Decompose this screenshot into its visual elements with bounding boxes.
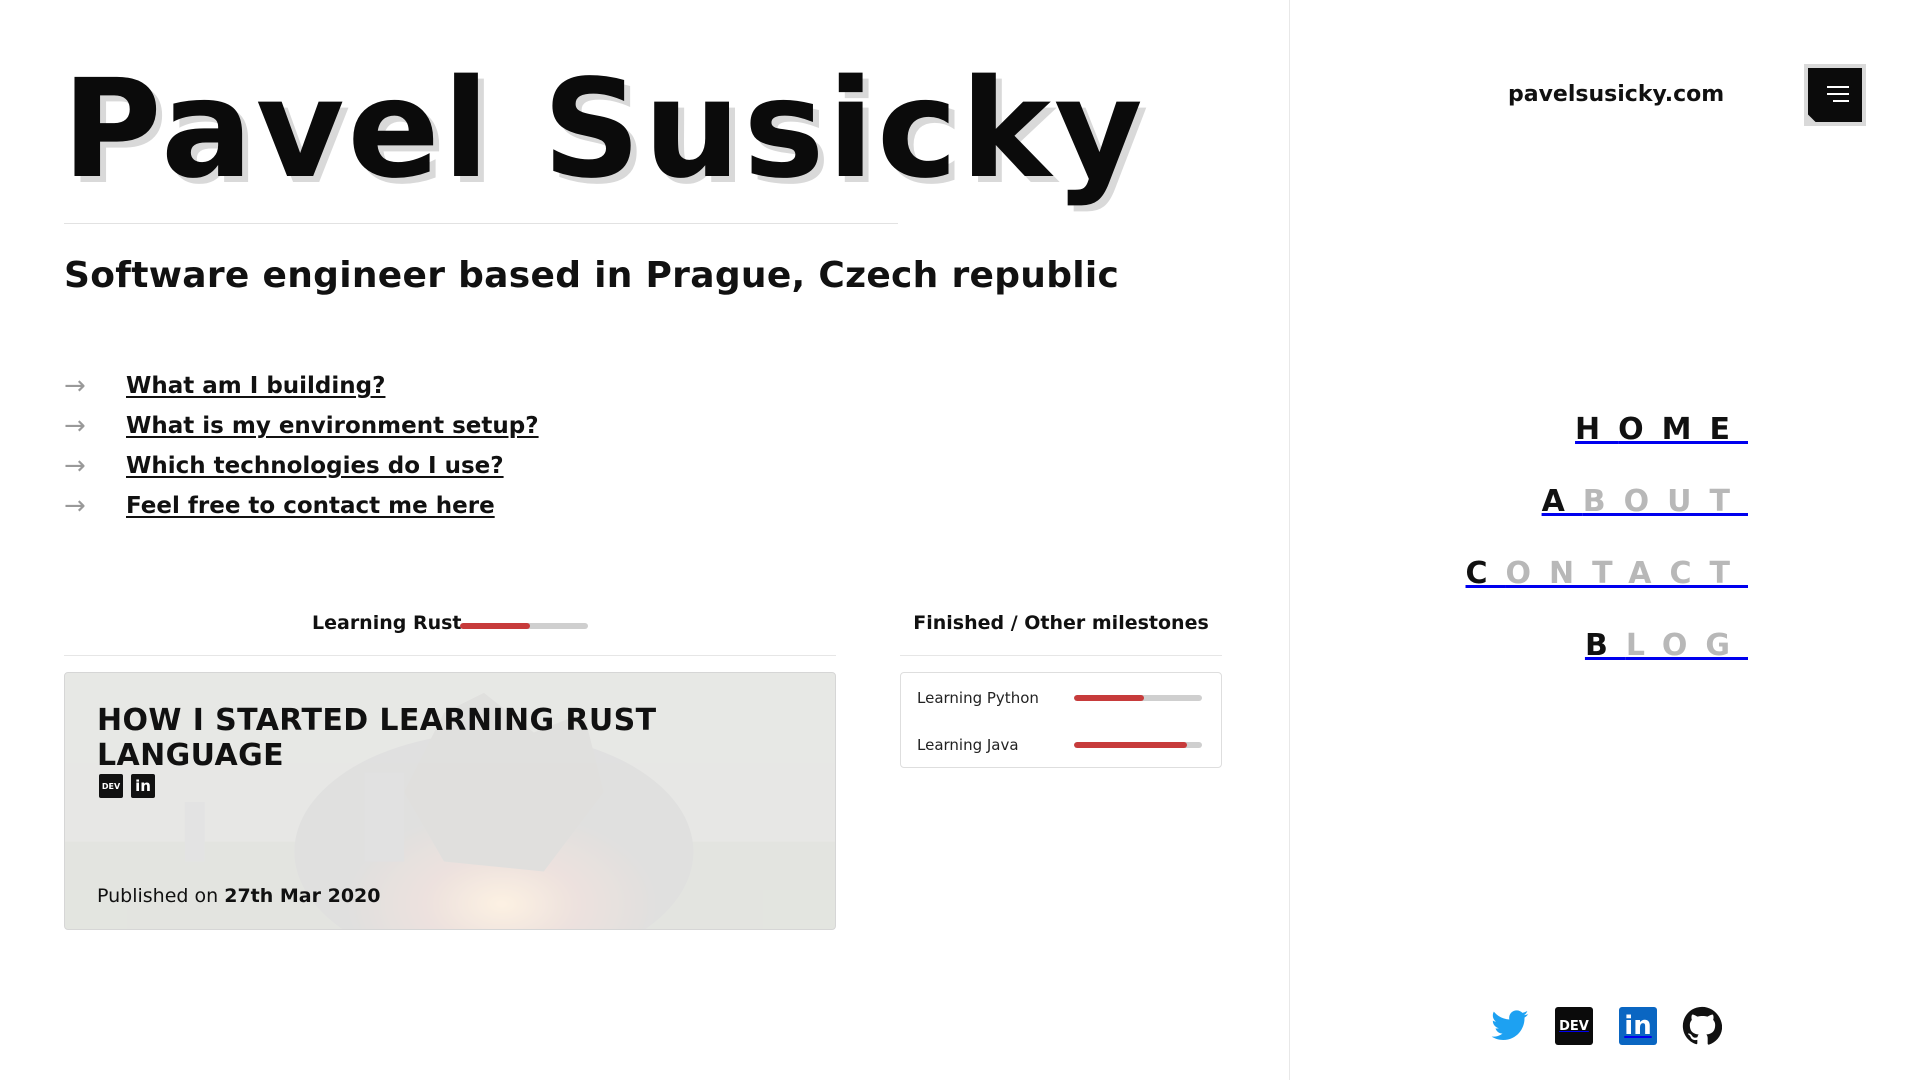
link-technologies[interactable]: Which technologies do I use? (126, 453, 504, 479)
social-links: DEV in (1490, 1006, 1722, 1046)
nav-blog-initial: B (1584, 628, 1626, 663)
nav-about-rest: BOUT (1582, 484, 1748, 519)
arrow-right-icon: → (64, 491, 86, 521)
nav-home[interactable]: HOME (1466, 412, 1748, 484)
sidebar-divider (1289, 0, 1290, 1080)
tagline: Software engineer based in Prague, Czech… (64, 255, 1120, 296)
quick-link-item: → Feel free to contact me here (64, 486, 539, 526)
blog-post-card[interactable]: HOW I STARTED LEARNING RUST LANGUAGE DEV… (64, 672, 836, 930)
nav-contact[interactable]: CONTACT (1466, 556, 1748, 628)
nav-blog-rest: LOG (1625, 628, 1748, 663)
title-divider (64, 223, 898, 224)
milestones-card: Learning Python Learning Java (900, 672, 1222, 768)
milestones-title: Finished / Other milestones (913, 612, 1209, 634)
milestone-label: Learning Java (917, 736, 1019, 754)
quick-link-item: → Which technologies do I use? (64, 446, 539, 486)
dev-to-link[interactable]: DEV (1554, 1006, 1594, 1046)
published-prefix: Published on (97, 885, 219, 907)
main-column: Pavel Susicky Software engineer based in… (0, 0, 1290, 1080)
milestone-item: Learning Java (917, 735, 1207, 755)
link-contact[interactable]: Feel free to contact me here (126, 493, 495, 519)
linkedin-icon: in (1619, 1007, 1657, 1045)
progress-fill (460, 623, 531, 629)
arrow-right-icon: → (64, 411, 86, 441)
linkedin-icon[interactable]: in (131, 774, 155, 798)
nav-contact-initial: C (1465, 556, 1506, 591)
post-share-icons: DEV in (99, 774, 155, 798)
main-navigation: HOME ABOUT CONTACT BLOG (1466, 412, 1731, 700)
hamburger-line (1833, 100, 1849, 102)
github-icon[interactable] (1682, 1006, 1722, 1046)
quick-link-item: → What am I building? (64, 366, 539, 406)
nav-home-initial: H (1575, 412, 1619, 447)
link-environment-setup[interactable]: What is my environment setup? (126, 413, 539, 439)
post-published: Published on 27th Mar 2020 (97, 885, 381, 907)
current-learning-label: Learning Rust (312, 612, 462, 634)
milestone-progress (1074, 742, 1202, 748)
hamburger-line (1827, 93, 1849, 95)
hamburger-icon (1808, 68, 1862, 122)
milestone-progress (1074, 695, 1202, 701)
post-title: HOW I STARTED LEARNING RUST LANGUAGE (97, 703, 657, 773)
nav-about[interactable]: ABOUT (1466, 484, 1748, 556)
milestone-item: Learning Python (917, 688, 1207, 708)
quick-link-item: → What is my environment setup? (64, 406, 539, 446)
menu-button[interactable] (1804, 64, 1866, 126)
current-learning-header: Learning Rust (64, 612, 836, 656)
dev-icon: DEV (1555, 1007, 1593, 1045)
twitter-icon[interactable] (1490, 1006, 1530, 1046)
arrow-right-icon: → (64, 451, 86, 481)
linkedin-link[interactable]: in (1618, 1006, 1658, 1046)
nav-about-initial: A (1541, 484, 1583, 519)
arrow-right-icon: → (64, 371, 86, 401)
nav-blog[interactable]: BLOG (1466, 628, 1748, 700)
site-domain: pavelsusicky.com (1508, 82, 1725, 107)
nav-contact-rest: ONTACT (1505, 556, 1748, 591)
quick-links: → What am I building? → What is my envir… (64, 366, 539, 526)
milestones-header: Finished / Other milestones (900, 612, 1222, 656)
published-date: 27th Mar 2020 (224, 885, 381, 907)
progress-fill (1074, 742, 1187, 748)
milestone-label: Learning Python (917, 689, 1039, 707)
hamburger-line (1827, 86, 1849, 88)
current-learning-progress (460, 623, 588, 629)
progress-fill (1074, 695, 1145, 701)
nav-home-rest: OME (1618, 412, 1748, 447)
link-what-am-i-building[interactable]: What am I building? (126, 373, 385, 399)
dev-icon[interactable]: DEV (99, 774, 123, 798)
page-title: Pavel Susicky (62, 51, 1146, 209)
